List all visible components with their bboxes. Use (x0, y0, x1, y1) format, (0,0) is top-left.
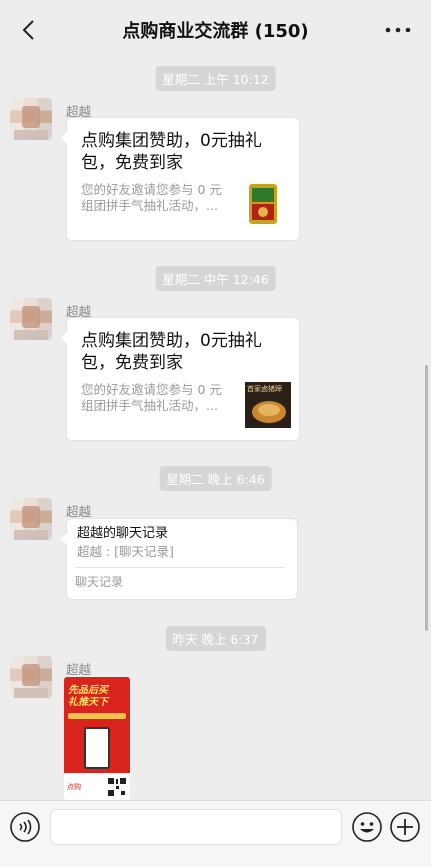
input-bar (0, 800, 431, 852)
scrollbar[interactable] (425, 365, 428, 631)
link-card-description: 您的好友邀请您参与 0 元组团拼手气抽礼活动，... (81, 182, 222, 213)
chat-area[interactable]: 星期二 上午 10:12 超越 点购集团赞助，0元抽礼包，免费到家 您的好友邀请… (0, 60, 431, 800)
thumbnail-caption: 首家卤猪蹄 (247, 385, 282, 393)
link-card-message[interactable]: 点购集团赞助，0元抽礼包，免费到家 您的好友邀请您参与 0 元组团拼手气抽礼活动… (61, 317, 300, 441)
product-thumbnail (241, 182, 285, 226)
link-card-title: 点购集团赞助，0元抽礼包，免费到家 (81, 331, 262, 373)
link-card-description: 您的好友邀请您参与 0 元组团拼手气抽礼活动，... (81, 382, 222, 413)
chat-record-label: 聊天记录 (75, 575, 124, 589)
chat-record-preview: 超越 : [聊天记录] (77, 544, 174, 559)
phone-graphic (84, 727, 110, 769)
avatar[interactable] (10, 298, 52, 340)
chat-record-card[interactable]: 超越的聊天记录 超越 : [聊天记录] 聊天记录 (61, 518, 298, 600)
poster-headline-line: 礼推天下 (68, 697, 108, 708)
timestamp: 星期二 晚上 6:46 (159, 466, 272, 491)
poster-image-message[interactable]: 先品后买 礼推天下 点购 (64, 677, 130, 800)
spicy-snack-icon (249, 184, 277, 224)
message-input[interactable] (50, 809, 342, 845)
sender-name: 超越 (66, 662, 92, 677)
poster-headline: 先品后买 礼推天下 (68, 685, 126, 709)
poster-headline-line: 先品后买 (68, 685, 108, 696)
timestamp: 星期二 上午 10:12 (155, 66, 276, 91)
back-arrow-icon[interactable] (18, 18, 42, 42)
home-indicator-area (0, 852, 431, 867)
divider (75, 567, 285, 568)
timestamp: 星期二 中午 12:46 (155, 266, 276, 291)
poster-footer: 点购 (64, 773, 130, 800)
poster-brand: 点购 (67, 783, 81, 791)
chat-title: 点购商业交流群 (150) (122, 21, 309, 42)
voice-input-icon[interactable] (9, 811, 41, 843)
chat-record-title: 超越的聊天记录 (77, 526, 169, 541)
qr-code-icon (107, 777, 127, 797)
poster-banner (68, 713, 126, 719)
add-more-icon[interactable] (389, 811, 421, 843)
product-thumbnail: 首家卤猪蹄 (245, 382, 291, 428)
link-card-title: 点购集团赞助，0元抽礼包，免费到家 (81, 131, 262, 173)
nav-bar: 点购商业交流群 (150) (0, 0, 431, 60)
link-card-message[interactable]: 点购集团赞助，0元抽礼包，免费到家 您的好友邀请您参与 0 元组团拼手气抽礼活动… (61, 117, 300, 241)
timestamp: 昨天 晚上 6:37 (165, 626, 266, 651)
avatar[interactable] (10, 656, 52, 698)
avatar[interactable] (10, 98, 52, 140)
more-options-icon[interactable] (383, 18, 413, 42)
avatar[interactable] (10, 498, 52, 540)
emoji-icon[interactable] (351, 811, 383, 843)
